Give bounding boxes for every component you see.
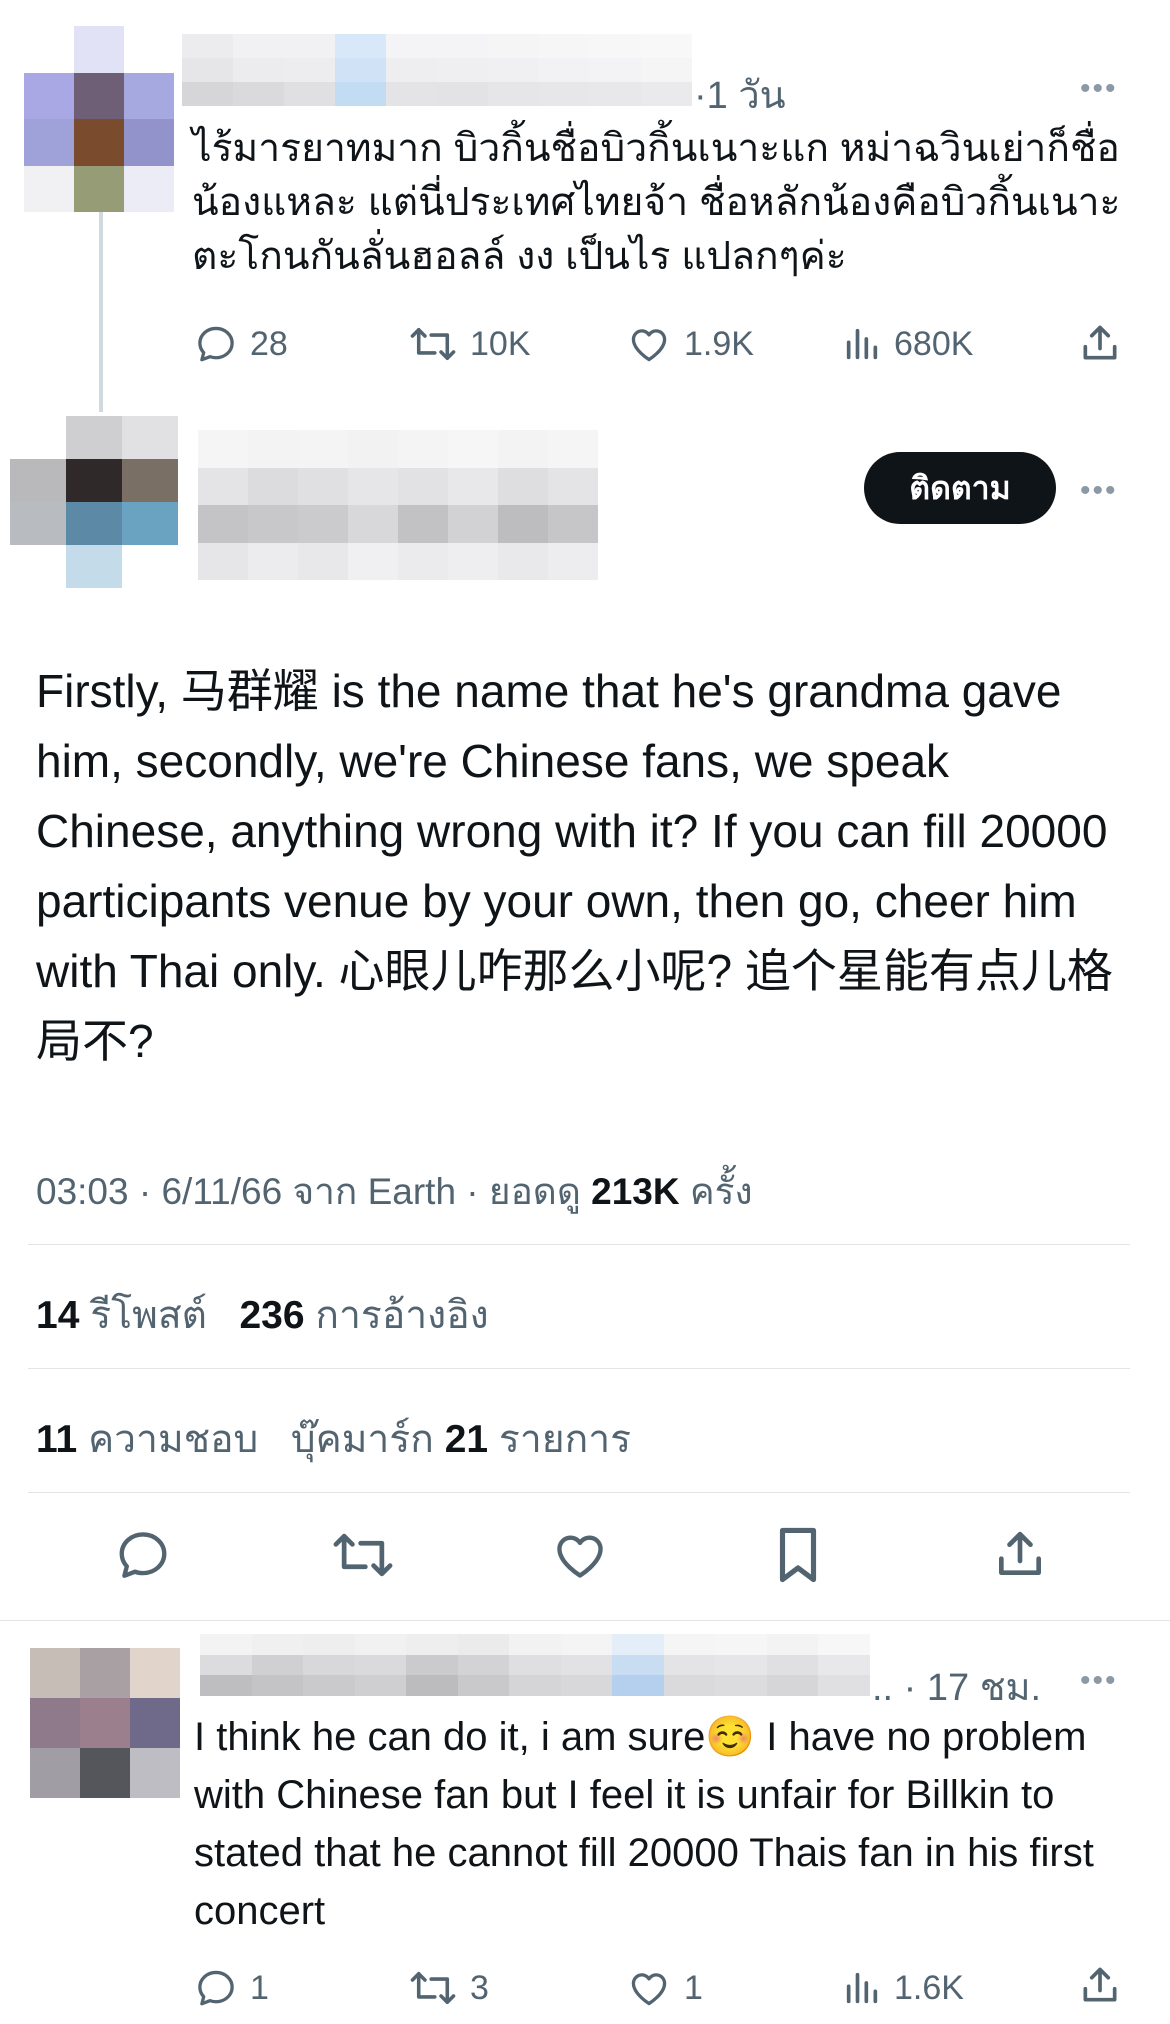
share-button[interactable] (992, 1524, 1048, 1584)
like-button[interactable]: 1.9K (626, 322, 754, 366)
avatar[interactable] (10, 416, 178, 588)
divider (28, 1244, 1130, 1245)
retweet-icon (410, 327, 456, 361)
like-icon (631, 1973, 667, 2006)
retweet-button[interactable] (330, 1526, 396, 1584)
tweet-time[interactable]: ·1 วัน (694, 64, 786, 125)
like-button[interactable]: 1 (626, 1966, 703, 2010)
retweet-icon (333, 1533, 393, 1577)
bookmark-stat[interactable]: บุ๊คมาร์ก 21 รายการ (291, 1418, 631, 1461)
follow-button[interactable]: ติดตาม (864, 452, 1056, 524)
like-icon (557, 1535, 603, 1578)
like-count: 1 (684, 1968, 703, 2007)
repost-stat[interactable]: 14 รีโพสต์ (36, 1294, 207, 1337)
view-label: ครั้ง (679, 1171, 753, 1212)
bookmark-icon (779, 1527, 817, 1583)
divider (0, 1620, 1170, 1621)
reply-button[interactable]: 28 (194, 322, 288, 366)
reply-button[interactable]: 1 (194, 1966, 269, 2010)
share-button[interactable] (1078, 320, 1122, 366)
more-icon[interactable]: ••• (1080, 476, 1118, 506)
tweet-text: ไร้มารยาทมาก บิวกิ้นชื่อบิวกิ้นเนาะแก หม… (192, 127, 1121, 278)
tweet-text: I think he can do it, i am sure☺️ I have… (194, 1715, 1094, 1933)
share-icon (1083, 325, 1117, 360)
share-icon (1083, 1967, 1117, 2002)
retweet-count: 10K (470, 324, 531, 363)
reply-icon (198, 1970, 234, 2006)
reply-icon (119, 1532, 167, 1578)
like-icon (631, 329, 667, 362)
views-button[interactable]: 680K (842, 322, 973, 366)
views-button[interactable]: 1.6K (842, 1966, 964, 2010)
like-count: 1.9K (684, 324, 754, 363)
quote-stat[interactable]: 236 การอ้างอิง (239, 1294, 488, 1337)
tweet-text: Firstly, 马群耀 is the name that he's grand… (36, 665, 1113, 1067)
retweet-count: 3 (470, 1968, 489, 2007)
avatar[interactable] (30, 1648, 180, 1798)
reply-count: 1 (250, 1968, 269, 2007)
views-count: 680K (894, 324, 974, 363)
repost-quote-stats: 14 รีโพสต์ 236 การอ้างอิง (36, 1284, 489, 1346)
display-name-blurred[interactable] (182, 34, 692, 106)
like-bookmark-stats: 11 ความชอบ บุ๊คมาร์ก 21 รายการ (36, 1408, 631, 1470)
share-button[interactable] (1078, 1962, 1122, 2008)
smiling-emoji-icon: ☺️ (705, 1715, 756, 1759)
more-icon[interactable]: ••• (1080, 1666, 1118, 1696)
more-icon[interactable]: ••• (1080, 74, 1118, 104)
retweet-button[interactable]: 3 (408, 1966, 489, 2010)
display-name-blurred[interactable] (198, 430, 598, 580)
divider (28, 1492, 1130, 1493)
bookmark-button[interactable] (772, 1524, 824, 1586)
reply-icon (198, 326, 234, 362)
retweet-button[interactable]: 10K (408, 322, 531, 366)
avatar[interactable] (24, 26, 174, 212)
reply-count: 28 (250, 324, 288, 363)
views-count: 1.6K (894, 1968, 964, 2007)
like-stat[interactable]: 11 ความชอบ (36, 1418, 258, 1461)
reply-button[interactable] (114, 1526, 172, 1584)
view-count: 213K (591, 1171, 680, 1212)
views-icon (846, 1972, 878, 2004)
views-icon (846, 328, 878, 360)
divider (28, 1368, 1130, 1369)
thread-line (99, 212, 103, 412)
tweet-meta: 03:03 · 6/11/66 จาก Earth · ยอดดู 213K ค… (36, 1162, 753, 1221)
like-button[interactable] (550, 1526, 610, 1584)
retweet-icon (410, 1971, 456, 2005)
timestamp[interactable]: 03:03 · 6/11/66 จาก Earth · ยอดดู (36, 1171, 591, 1212)
display-name-blurred[interactable] (200, 1634, 870, 1696)
share-icon (999, 1531, 1041, 1575)
